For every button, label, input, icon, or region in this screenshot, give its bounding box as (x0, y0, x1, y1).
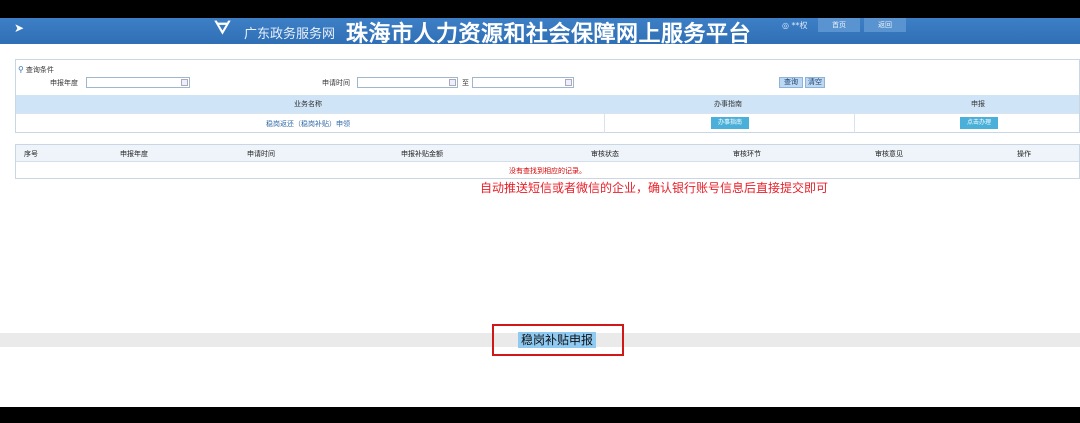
query-title: 查询条件 (25, 66, 54, 74)
col-review-opinion: 审核意见 (875, 150, 903, 158)
search-button[interactable]: 查询 (779, 77, 803, 88)
calendar-icon[interactable] (181, 79, 188, 86)
user-label[interactable]: ◎ **权 (782, 20, 808, 31)
col-apply: 申报 (971, 100, 985, 108)
to-label: 至 (462, 79, 469, 87)
home-button[interactable]: 首页 (818, 18, 860, 32)
records-table-header: 序号 申报年度 申请时间 申报补贴金额 审核状态 审核环节 审核意见 操作 (16, 145, 1079, 162)
page-title: 珠海市人力资源和社会保障网上服务平台 (346, 22, 752, 44)
back-button[interactable]: 返回 (864, 18, 906, 32)
calendar-icon[interactable] (565, 79, 572, 86)
service-table-header: 业务名称 办事指南 申报 (16, 95, 1079, 113)
screenshot-frame: ➤ ᗊ 广东政务服务网 珠海市人力资源和社会保障网上服务平台 ◎ **权 首页 … (0, 0, 1080, 423)
col-amount: 申报补贴金额 (401, 150, 443, 158)
apply-time-to-field[interactable] (472, 77, 574, 88)
subsidy-declare-label[interactable]: 稳岗补贴申报 (518, 332, 597, 348)
apply-time-from-field[interactable] (357, 77, 458, 88)
column-divider (604, 114, 605, 133)
mouse-cursor-icon: ➤ (14, 21, 25, 35)
clear-button[interactable]: 清空 (805, 77, 825, 88)
col-review-status: 审核状态 (591, 150, 619, 158)
records-table: 序号 申报年度 申请时间 申报补贴金额 审核状态 审核环节 审核意见 操作 没有… (15, 144, 1080, 179)
portal-name[interactable]: 广东政务服务网 (244, 23, 335, 42)
col-guide: 办事指南 (714, 100, 742, 108)
search-icon: ⚲ (18, 65, 24, 74)
col-review-stage: 审核环节 (733, 150, 761, 158)
year-field[interactable] (86, 77, 190, 88)
col-year: 申报年度 (120, 150, 148, 158)
table-row: 稳岗返还（稳岗补贴）申领 办事指南 点击办理 (16, 113, 1079, 133)
apply-time-label: 申请时间 (322, 79, 350, 87)
empty-message: 没有查找到相应的记录。 (509, 167, 586, 175)
apply-button[interactable]: 点击办理 (960, 117, 998, 129)
year-label: 申报年度 (50, 79, 78, 87)
calendar-icon[interactable] (449, 79, 456, 86)
service-name-link[interactable]: 稳岗返还（稳岗补贴）申领 (266, 119, 350, 129)
col-actions: 操作 (1017, 150, 1031, 158)
query-header: ⚲ 查询条件 (18, 65, 54, 75)
col-seq: 序号 (24, 150, 38, 158)
col-apply-time: 申请时间 (247, 150, 275, 158)
guide-button[interactable]: 办事指南 (711, 117, 749, 129)
annotation-text: 自动推送短信或者微信的企业，确认银行账号信息后直接提交即可 (480, 181, 829, 195)
column-divider (854, 114, 855, 133)
col-service-name: 业务名称 (294, 100, 322, 108)
query-panel: ⚲ 查询条件 申报年度 申请时间 至 查询 清空 业务名称 办事指南 申报 稳岗… (15, 59, 1080, 133)
header-banner: ➤ ᗊ 广东政务服务网 珠海市人力资源和社会保障网上服务平台 ◎ **权 首页 … (0, 18, 1080, 44)
logo-icon: ᗊ (214, 18, 231, 39)
